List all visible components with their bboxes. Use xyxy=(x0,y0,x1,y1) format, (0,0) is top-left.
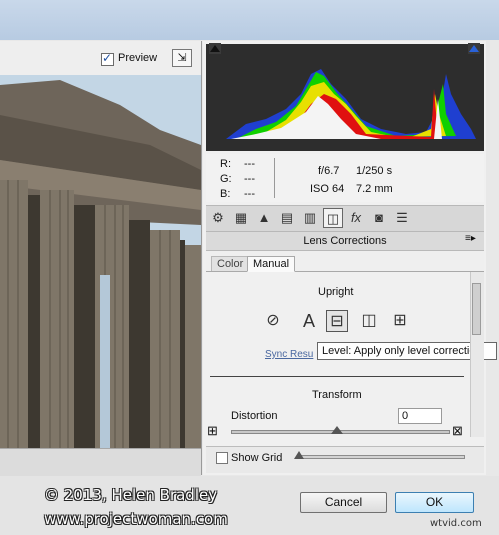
dialog-titlebar xyxy=(0,0,499,40)
watermark-copyright: © 2013, Helen Bradley xyxy=(44,486,218,504)
show-grid-label: Show Grid xyxy=(231,452,283,464)
highlight-clipping-icon[interactable] xyxy=(468,43,480,54)
split-toning-icon[interactable]: ▥ xyxy=(300,208,320,228)
triangle-icon xyxy=(210,45,220,52)
distortion-slider-thumb[interactable] xyxy=(331,426,343,434)
upright-vertical-button[interactable]: ◫ xyxy=(358,310,380,332)
triangle-icon xyxy=(469,45,479,52)
panel-tabs-toolbar: ⚙ ▦ ▲ ▤ ▥ ◫ fx ◙ ☰ xyxy=(206,205,484,232)
barrel-distortion-icon: ⊞ xyxy=(207,423,218,438)
fx-icon[interactable]: fx xyxy=(346,208,366,228)
fullscreen-toggle-button[interactable]: ⇲ xyxy=(172,49,192,67)
grid-size-slider[interactable] xyxy=(300,455,465,459)
r-value: --- xyxy=(244,158,255,170)
b-value: --- xyxy=(244,188,255,200)
transform-heading: Transform xyxy=(312,389,362,401)
tab-manual[interactable]: Manual xyxy=(247,256,296,272)
cancel-button[interactable]: Cancel xyxy=(300,492,387,513)
b-label: B: xyxy=(220,188,231,200)
scrollbar-thumb[interactable] xyxy=(472,283,481,335)
tab-color[interactable]: Color xyxy=(211,256,250,271)
hsl-icon[interactable]: ▤ xyxy=(277,208,297,228)
fullscreen-icon: ⇲ xyxy=(177,52,187,64)
shadow-clipping-icon[interactable] xyxy=(209,43,221,54)
pincushion-distortion-icon: ⊠ xyxy=(452,423,463,438)
upright-off-button[interactable]: ⊘ xyxy=(262,310,284,332)
tone-curve-icon[interactable]: ▦ xyxy=(231,208,251,228)
preview-checkbox[interactable]: ✓ xyxy=(101,51,114,66)
detail-icon[interactable]: ▲ xyxy=(254,208,274,228)
focal-length-value: 7.2 mm xyxy=(356,183,393,195)
preview-label: Preview xyxy=(118,52,158,64)
histogram xyxy=(206,44,484,151)
histogram-graph xyxy=(226,69,476,139)
distortion-value-field[interactable]: 0 xyxy=(398,408,442,424)
panel-menu-icon[interactable]: ≡▸ xyxy=(465,233,476,244)
sync-results-link[interactable]: Sync Resu xyxy=(265,349,313,360)
preview-statusbar xyxy=(0,448,201,476)
watermark-site: wtvid.com xyxy=(430,518,482,529)
camera-calibration-icon[interactable]: ◙ xyxy=(369,208,389,228)
basic-icon[interactable]: ⚙ xyxy=(208,208,228,228)
show-grid-checkbox[interactable] xyxy=(216,452,228,464)
distortion-label: Distortion xyxy=(231,410,278,422)
grid-size-slider-thumb[interactable] xyxy=(294,451,304,459)
watermark-url: www.projectwoman.com xyxy=(44,510,228,528)
info-readout: R: --- G: --- B: --- f/6.7 1/250 s ISO 6… xyxy=(206,154,484,202)
aperture-value: f/6.7 xyxy=(318,165,340,177)
parthenon-photo xyxy=(0,75,201,448)
upright-heading: Upright xyxy=(318,286,354,298)
lens-corrections-icon[interactable]: ◫ xyxy=(323,208,343,228)
section-divider xyxy=(210,376,464,377)
presets-icon[interactable]: ☰ xyxy=(392,208,412,228)
image-preview[interactable] xyxy=(0,75,201,448)
upright-auto-button[interactable]: A xyxy=(298,310,320,332)
g-value: --- xyxy=(244,173,255,185)
panel-title: Lens Corrections xyxy=(206,232,484,251)
shutter-value: 1/250 s xyxy=(356,165,393,177)
checkmark-icon: ✓ xyxy=(102,51,113,65)
readout-divider xyxy=(274,158,275,198)
upright-level-button[interactable]: ⊟ xyxy=(326,310,348,332)
r-label: R: xyxy=(220,158,231,170)
iso-value: ISO 64 xyxy=(310,183,345,195)
g-label: G: xyxy=(220,173,232,185)
upright-full-button[interactable]: ⊞ xyxy=(389,310,411,332)
ok-button[interactable]: OK xyxy=(395,492,474,513)
